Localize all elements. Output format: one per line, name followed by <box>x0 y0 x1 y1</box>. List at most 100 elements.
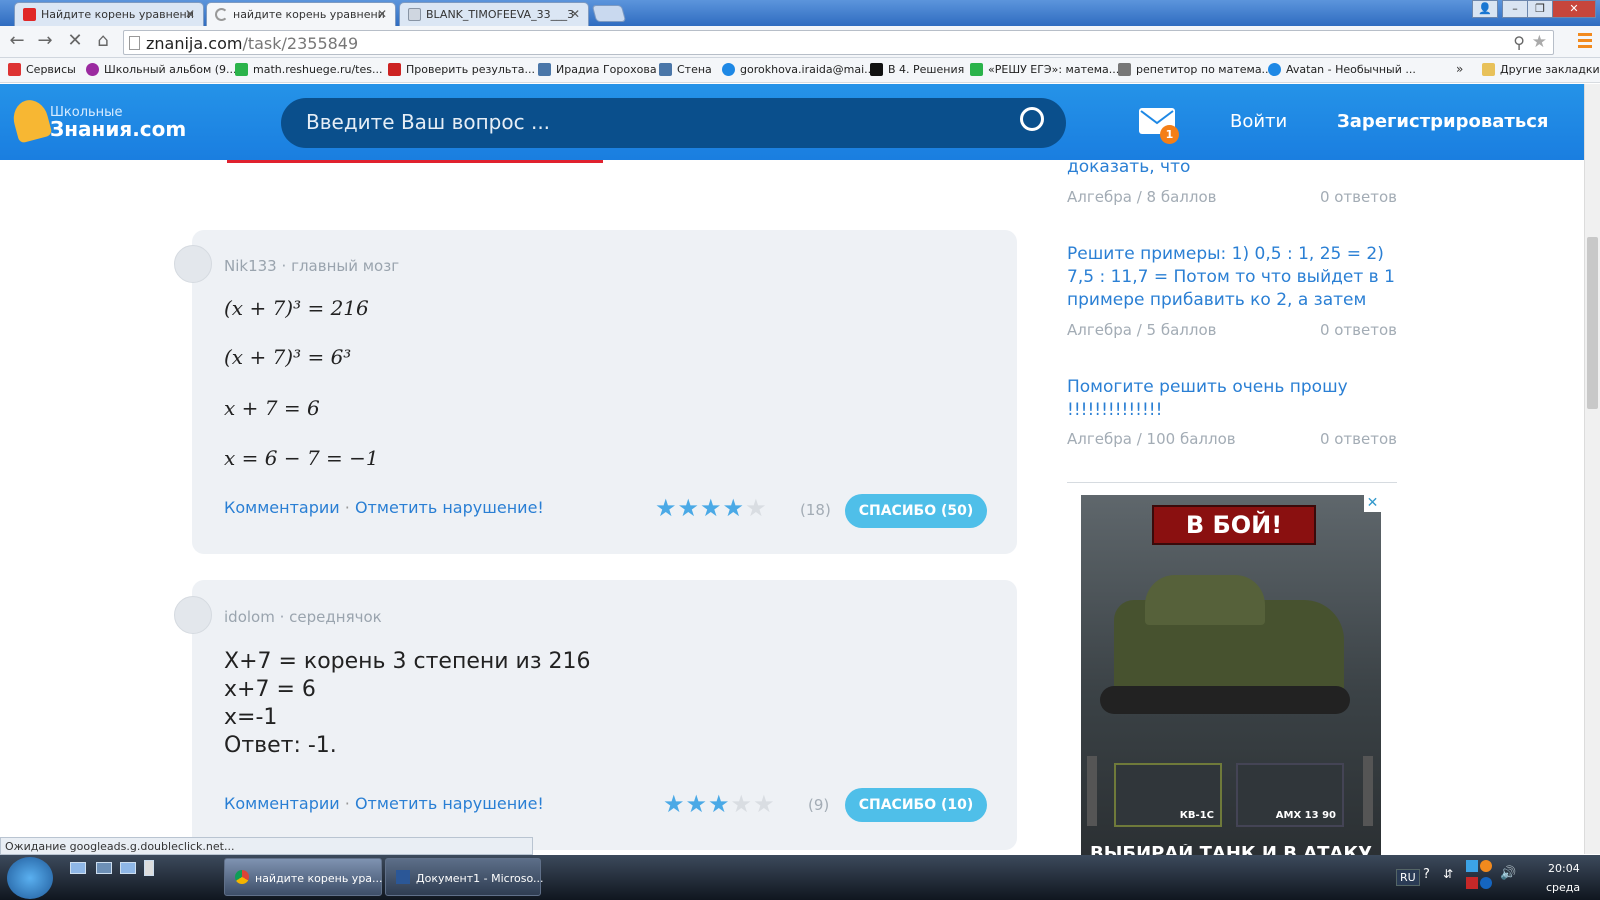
home-icon[interactable]: ⌂ <box>92 30 114 52</box>
tray-app-icon[interactable] <box>1466 860 1478 872</box>
vertical-scrollbar[interactable] <box>1584 84 1600 854</box>
comments-link[interactable]: Комментарии <box>224 498 340 517</box>
profile-icon[interactable]: 👤 <box>1472 0 1498 18</box>
browser-tab-3[interactable]: BLANK_TIMOFEEVA_33___3 ✕ <box>399 2 589 26</box>
document-favicon-icon <box>408 8 421 21</box>
avatar[interactable] <box>174 596 212 634</box>
start-button[interactable] <box>7 857 53 899</box>
close-tab-icon[interactable]: ✕ <box>570 7 580 21</box>
minimize-button[interactable]: – <box>1502 0 1528 18</box>
help-icon[interactable]: ? <box>1423 867 1430 882</box>
vk-icon <box>659 63 672 76</box>
answer-actions: Комментарии · Отметить нарушение! <box>224 498 544 517</box>
antivirus-icon[interactable] <box>1466 877 1478 889</box>
close-window-button[interactable]: ✕ <box>1552 0 1596 18</box>
bookmark-item[interactable]: Стена <box>659 63 712 76</box>
sidebar-question-link[interactable]: Помогите решить очень прошу !!!!!!!!!!!!… <box>1067 376 1397 422</box>
url-host: znanija.com <box>146 34 243 53</box>
bookmark-item[interactable]: «РЕШУ ЕГЭ»: матема... <box>970 63 1119 76</box>
ad-close-icon[interactable]: ✕ <box>1364 495 1381 512</box>
url-path: /task/2355849 <box>242 34 359 53</box>
ad-prev-arrow[interactable] <box>1087 756 1097 826</box>
bookmark-item[interactable]: Сервисы <box>8 63 76 76</box>
more-bookmarks-chevron[interactable]: » <box>1456 62 1463 76</box>
close-tab-icon[interactable]: ✕ <box>185 7 195 21</box>
other-bookmarks[interactable]: Другие закладки <box>1482 63 1600 76</box>
answer-line: Ответ: -1. <box>224 733 337 758</box>
question-search-input[interactable]: Введите Ваш вопрос ... <box>281 98 1066 148</box>
taskbar-chrome-window[interactable]: найдите корень ура... <box>224 858 383 896</box>
tab-title: Найдите корень уравнени <box>41 8 194 21</box>
star-icon[interactable]: ★ <box>753 790 776 818</box>
register-link[interactable]: Зарегистрироваться <box>1337 111 1548 132</box>
bookmark-item[interactable]: В 4. Решения <box>870 63 964 76</box>
star-icon[interactable]: ★ <box>663 790 686 818</box>
math-line: x = 6 − 7 = −1 <box>224 446 379 470</box>
zoom-icon[interactable]: ⚲ <box>1513 33 1525 52</box>
star-icon[interactable]: ★ <box>723 494 746 522</box>
sidebar-question-link[interactable]: доказать, что <box>1067 156 1397 179</box>
close-tab-icon[interactable]: ✕ <box>377 7 387 21</box>
star-icon[interactable]: ★ <box>678 494 701 522</box>
document-icon[interactable] <box>144 860 154 876</box>
star-icon[interactable]: ★ <box>686 790 709 818</box>
comments-link[interactable]: Комментарии <box>224 794 340 813</box>
show-desktop-icon[interactable] <box>70 862 86 874</box>
scrollbar-thumb[interactable] <box>1587 237 1598 409</box>
star-icon[interactable]: ★ <box>655 494 678 522</box>
author-name[interactable]: idolom <box>224 608 275 626</box>
report-link[interactable]: Отметить нарушение! <box>355 498 544 517</box>
answer-author: idolom · середнячок <box>224 608 382 626</box>
browser-tab-2[interactable]: найдите корень уравнени ✕ <box>206 2 396 26</box>
star-icon[interactable]: ★ <box>708 790 731 818</box>
restore-button[interactable]: ❐ <box>1527 0 1553 18</box>
star-icon[interactable]: ★ <box>700 494 723 522</box>
menu-icon[interactable] <box>1578 33 1592 50</box>
tray-app-icon[interactable] <box>1480 860 1492 872</box>
taskbar-word-window[interactable]: Документ1 - Microso... <box>385 858 543 896</box>
bookmark-item[interactable]: math.reshuege.ru/tes... <box>235 63 382 76</box>
bookmark-item[interactable]: репетитор по матема... <box>1118 63 1272 76</box>
ad-tank-slot[interactable]: КВ-1С <box>1114 763 1222 827</box>
bookmark-item[interactable]: Проверить результа... <box>388 63 535 76</box>
stop-icon[interactable]: ✕ <box>64 30 86 52</box>
back-icon[interactable]: ← <box>6 30 28 52</box>
avatan-icon <box>1268 63 1281 76</box>
vote-count: (9) <box>808 796 830 814</box>
author-name[interactable]: Nik133 <box>224 257 277 275</box>
ad-next-arrow[interactable] <box>1363 756 1373 826</box>
thanks-button[interactable]: СПАСИБО (10) <box>845 788 987 822</box>
switch-windows-icon[interactable] <box>120 862 136 874</box>
ad-battle-button[interactable]: В БОЙ! <box>1152 505 1316 545</box>
rating-stars[interactable]: ★★★★★ <box>655 494 768 522</box>
volume-icon[interactable]: 🔊 <box>1500 866 1516 881</box>
address-bar[interactable]: znanija.com/task/2355849 ⚲ ★ <box>123 30 1554 55</box>
language-indicator[interactable]: RU <box>1396 869 1420 886</box>
bookmark-item[interactable]: Ирадиа Горохова <box>538 63 657 76</box>
bookmark-item[interactable]: Avatan - Необычный ... <box>1268 63 1416 76</box>
answer-actions: Комментарии · Отметить нарушение! <box>224 794 544 813</box>
tray-app-icon[interactable] <box>1480 877 1492 889</box>
login-link[interactable]: Войти <box>1230 111 1287 132</box>
yandex-favicon-icon <box>23 8 36 21</box>
explorer-icon[interactable] <box>96 862 112 874</box>
network-icon[interactable]: ⇵ <box>1443 867 1453 881</box>
bookmark-star-icon[interactable]: ★ <box>1532 32 1547 52</box>
bookmark-item[interactable]: Школьный альбом (9... <box>86 63 237 76</box>
ad-tank-slot[interactable]: AMX 13 90 <box>1236 763 1344 827</box>
sidebar-divider <box>1067 482 1397 483</box>
forward-icon[interactable]: → <box>34 30 56 52</box>
thanks-button[interactable]: СПАСИБО (50) <box>845 494 987 528</box>
search-icon[interactable] <box>1020 107 1044 131</box>
rating-stars[interactable]: ★★★★★ <box>663 790 776 818</box>
clock-time[interactable]: 20:04 <box>1548 862 1580 875</box>
star-icon[interactable]: ★ <box>745 494 768 522</box>
clock-day[interactable]: среда <box>1546 881 1580 894</box>
browser-tab-1[interactable]: Найдите корень уравнени ✕ <box>14 2 204 26</box>
avatar[interactable] <box>174 245 212 283</box>
star-icon[interactable]: ★ <box>731 790 754 818</box>
new-tab-button[interactable] <box>591 5 627 22</box>
sidebar-question-link[interactable]: Решите примеры: 1) 0,5 : 1, 25 = 2) 7,5 … <box>1067 243 1397 312</box>
report-link[interactable]: Отметить нарушение! <box>355 794 544 813</box>
bookmark-item[interactable]: gorokhova.iraida@mai... <box>722 63 875 76</box>
